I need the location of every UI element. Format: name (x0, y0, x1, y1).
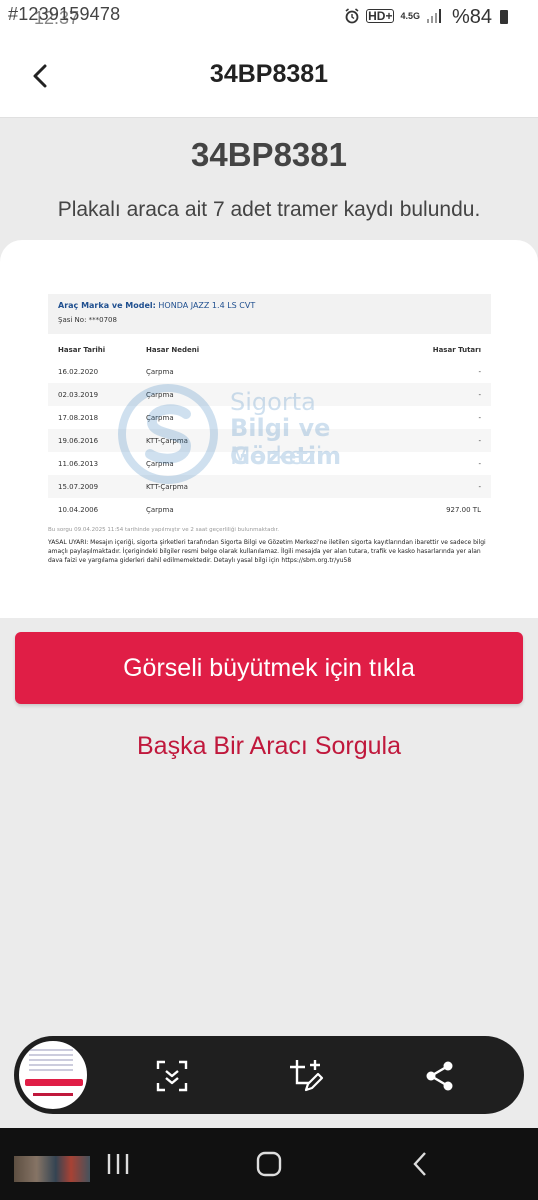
vehicle-model: Araç Marka ve Model: HONDA JAZZ 1.4 LS C… (58, 301, 481, 310)
column-header: Hasar Tarihi (58, 346, 106, 354)
scroll-capture-button[interactable] (152, 1056, 192, 1096)
table-header-row: Hasar Tarihi Hasar Nedeni Hasar Tutarı (48, 340, 491, 360)
home-button[interactable] (249, 1146, 289, 1182)
query-note: Bu sorgu 09.04.2025 11:54 tarihinde yapı… (48, 527, 280, 533)
screenshot-toolbar (14, 1036, 524, 1114)
status-bar: 12:37 #1239159478 HD+ 4.5G %84 (0, 0, 538, 34)
column-header: Hasar Nedeni (146, 346, 200, 354)
vehicle-model-label: Araç Marka ve Model: (58, 301, 156, 310)
share-icon (426, 1061, 453, 1091)
report-header: Araç Marka ve Model: HONDA JAZZ 1.4 LS C… (48, 294, 491, 334)
table-row: 16.02.2020 Çarpma - (48, 360, 491, 383)
damage-reason: Çarpma (146, 413, 174, 422)
damage-amount: - (478, 367, 481, 376)
legal-warning: YASAL UYARI: Mesajın içeriği, sigorta şi… (48, 539, 486, 564)
status-icons: HD+ 4.5G (344, 8, 442, 24)
damage-reason: Çarpma (146, 390, 174, 399)
crop-edit-button[interactable] (286, 1056, 326, 1096)
damage-date: 11.06.2013 (58, 459, 99, 468)
damage-amount: - (478, 482, 481, 491)
damage-date: 17.08.2018 (58, 413, 99, 422)
recent-app-thumbnail (14, 1156, 90, 1182)
chassis-number: Şasi No: ***0708 (58, 316, 117, 324)
damage-amount: - (478, 413, 481, 422)
alarm-icon (345, 8, 359, 24)
damage-reason: KTT-Çarpma (146, 436, 188, 445)
damage-reason: Çarpma (146, 459, 174, 468)
damage-date: 15.07.2009 (58, 482, 99, 491)
damage-reason: Çarpma (146, 505, 174, 514)
signal-icon (427, 9, 441, 23)
damage-table: Hasar Tarihi Hasar Nedeni Hasar Tutarı 1… (48, 340, 491, 521)
plate-number: 34BP8381 (191, 136, 347, 173)
table-row: 11.06.2013 Çarpma - (48, 452, 491, 475)
result-summary: Plakalı araca ait 7 adet tramer kaydı bu… (57, 198, 481, 221)
thumbnail-link (33, 1093, 73, 1096)
table-row: 02.03.2019 Çarpma - (48, 383, 491, 406)
tramer-report: Araç Marka ve Model: HONDA JAZZ 1.4 LS C… (48, 294, 491, 565)
scroll-capture-icon (156, 1060, 188, 1092)
table-row: 10.04.2006 Çarpma 927.00 TL (48, 498, 491, 521)
home-icon (256, 1151, 282, 1177)
damage-date: 02.03.2019 (58, 390, 99, 399)
thumbnail-content (29, 1049, 73, 1071)
app-header: 34BP8381 (0, 34, 538, 118)
damage-date: 19.06.2016 (58, 436, 99, 445)
recents-icon (107, 1154, 129, 1174)
recents-button[interactable] (98, 1146, 138, 1182)
screenshot-thumbnail[interactable] (17, 1039, 89, 1111)
crop-edit-icon (290, 1060, 324, 1092)
report-image-card[interactable]: Araç Marka ve Model: HONDA JAZZ 1.4 LS C… (0, 240, 538, 618)
battery-icon (500, 10, 508, 24)
enlarge-image-button[interactable]: Görseli büyütmek için tıkla (15, 632, 523, 704)
table-row: 15.07.2009 KTT-Çarpma - (48, 475, 491, 498)
damage-reason: Çarpma (146, 367, 174, 376)
network-label: 4.5G (400, 11, 420, 21)
overlay-id: #1239159478 (8, 4, 121, 24)
back-nav-button[interactable] (400, 1146, 440, 1182)
battery-level: %84 (451, 6, 492, 28)
damage-reason: KTT-Çarpma (146, 482, 188, 491)
damage-amount: 927.00 TL (446, 505, 481, 514)
damage-date: 10.04.2006 (58, 505, 99, 514)
damage-date: 16.02.2020 (58, 367, 99, 376)
table-row: 19.06.2016 KTT-Çarpma - (48, 429, 491, 452)
damage-amount: - (478, 436, 481, 445)
thumbnail-button (25, 1079, 83, 1086)
hd-icon: HD+ (366, 9, 395, 23)
table-row: 17.08.2018 Çarpma - (48, 406, 491, 429)
back-icon (413, 1152, 426, 1176)
vehicle-model-value: HONDA JAZZ 1.4 LS CVT (158, 301, 256, 310)
share-button[interactable] (420, 1056, 460, 1096)
damage-amount: - (478, 459, 481, 468)
column-header: Hasar Tutarı (432, 346, 481, 354)
system-nav-bar (0, 1128, 538, 1200)
query-another-vehicle-link[interactable]: Başka Bir Aracı Sorgula (0, 732, 538, 761)
damage-amount: - (478, 390, 481, 399)
page-title: 34BP8381 (209, 60, 329, 88)
